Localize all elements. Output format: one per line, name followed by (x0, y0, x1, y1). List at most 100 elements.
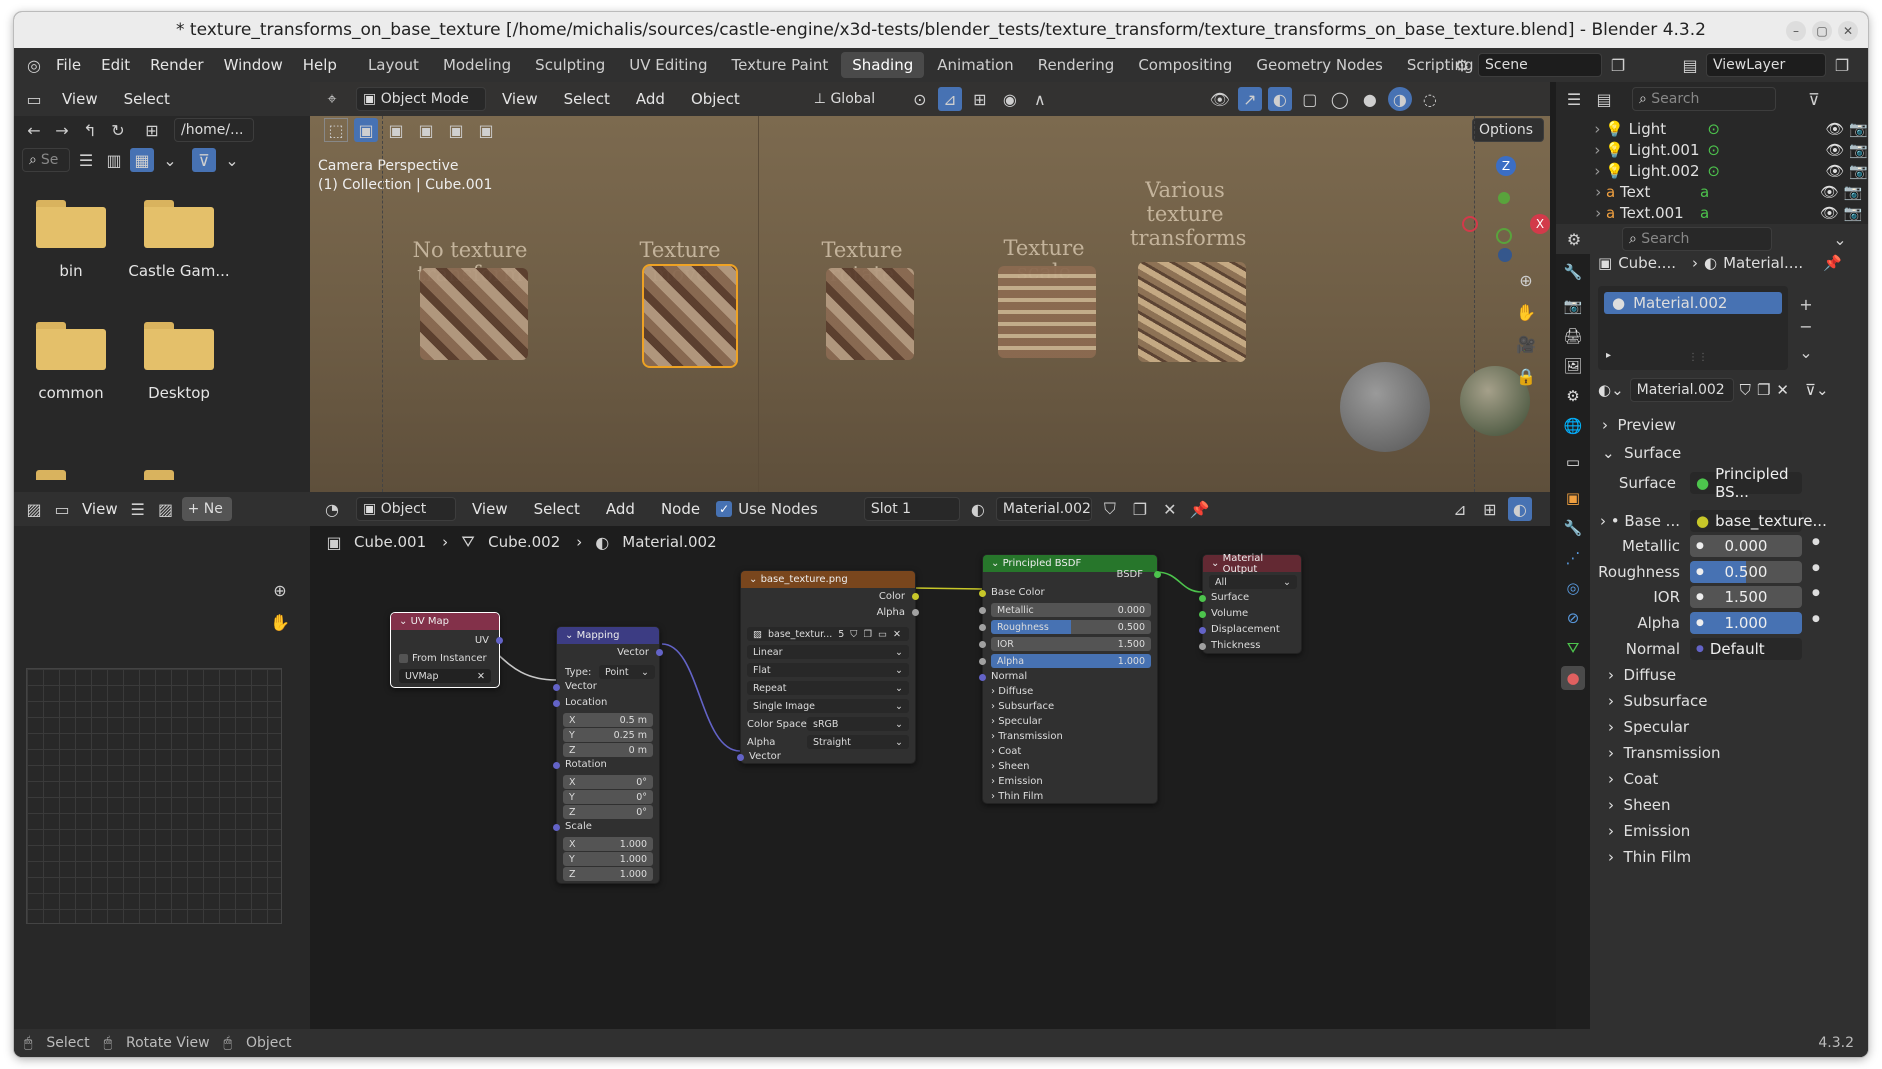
mapping-vector-socket[interactable] (553, 684, 560, 691)
keyframe-dot-icon[interactable]: ● (1812, 537, 1820, 547)
ior-field[interactable]: IOR 1.500 (991, 637, 1151, 651)
select-tool-icon[interactable]: ⬚ (324, 118, 348, 142)
editor-type-icon[interactable]: ☰ (1562, 87, 1586, 111)
scale-socket[interactable] (553, 824, 560, 831)
breadcrumb-object[interactable]: Cube.001 (354, 533, 426, 551)
scale-y-field[interactable]: Y 1.000 (563, 852, 653, 866)
select-box-invert-icon[interactable]: ▣ (444, 118, 468, 142)
new-viewlayer-icon[interactable]: ❐ (1830, 53, 1854, 77)
folder-icon[interactable] (144, 470, 214, 490)
output-tab-icon[interactable]: 🖨 (1561, 324, 1585, 348)
metallic-field[interactable]: ● 0.000 (1690, 535, 1802, 557)
lock-icon[interactable]: 🔒 (1514, 364, 1538, 388)
tab-animation[interactable]: Animation (926, 52, 1024, 78)
filter-icon[interactable]: ⊽ (192, 148, 216, 172)
ne-menu-node[interactable]: Node (651, 492, 710, 526)
roughness-field[interactable]: ● 0.500 (1690, 561, 1802, 583)
fake-user-icon[interactable]: ⛉ (850, 629, 857, 640)
cube-texture-move-selected[interactable] (642, 264, 738, 368)
transform-orientation-dropdown[interactable]: ⊥ Global (808, 87, 902, 111)
fb-menu-select[interactable]: Select (114, 82, 180, 116)
ne-menu-add[interactable]: Add (596, 492, 645, 526)
snap-icon[interactable]: ⊿ (1448, 497, 1472, 521)
fb-path-field[interactable]: /home/... (174, 118, 254, 142)
thumbnail-view-icon[interactable]: ▦ (130, 148, 154, 172)
menu-file[interactable]: File (46, 48, 91, 82)
zoom-icon[interactable]: ⊕ (1514, 268, 1538, 292)
new-scene-icon[interactable]: ❐ (1606, 53, 1630, 77)
base-color-socket[interactable] (979, 590, 986, 597)
surface-socket[interactable] (1199, 595, 1206, 602)
editor-type-icon[interactable]: ◔ (320, 497, 344, 521)
viewport-scene[interactable]: ⬚ ▣ ▣ ▣ ▣ ▣ Options Camera Perspective (… (310, 116, 1550, 492)
material-output-header[interactable]: ⌄ Material Output (1203, 553, 1301, 575)
tab-texture-paint[interactable]: Texture Paint (720, 52, 839, 78)
tab-sculpting[interactable]: Sculpting (524, 52, 616, 78)
material-name-field[interactable]: Material.002 (1629, 378, 1734, 402)
folder-label-common[interactable]: common (16, 384, 126, 402)
particles-tab-icon[interactable]: ⋰ (1561, 546, 1585, 570)
breadcrumb-material[interactable]: Material.002 (622, 533, 716, 551)
proportional-edit-icon[interactable]: ◉ (998, 87, 1022, 111)
outliner-row[interactable]: › a Text a 👁 📷 (1556, 181, 1868, 202)
image-datablock-field[interactable]: ▨ base_textur... 5 ⛉ ❐ ▭ ✕ (747, 627, 909, 641)
gizmo-y-axis[interactable] (1498, 192, 1510, 204)
cube-texture-rotate[interactable] (826, 268, 914, 360)
section-subsurface[interactable]: › Subsurface (1608, 692, 1708, 710)
display-mode-icon[interactable]: ▤ (1592, 87, 1616, 111)
list-view-icon[interactable]: ☰ (74, 148, 98, 172)
new-image-button[interactable]: + Ne (181, 497, 232, 521)
rendered-shading-icon[interactable]: ◌ (1418, 87, 1442, 111)
menu-window[interactable]: Window (214, 48, 293, 82)
keyframe-dot-icon[interactable]: ● (1812, 588, 1820, 598)
expand-icon[interactable]: ▸ (1606, 350, 1611, 361)
tab-layout[interactable]: Layout (357, 52, 430, 78)
use-nodes-toggle[interactable]: ✓ Use Nodes (716, 500, 818, 518)
rotation-y-field[interactable]: Y 0° (563, 790, 653, 804)
location-y-field[interactable]: Y 0.25 m (563, 728, 653, 742)
tool-tab-icon[interactable]: 🔧 (1561, 260, 1585, 284)
desktop-folder-icon[interactable] (144, 322, 214, 370)
material-browse-icon[interactable]: ◐⌄ (1598, 381, 1624, 399)
mapping-node[interactable]: ⌄ Mapping Vector Type: Point ⌄ Vector Loc… (553, 626, 663, 884)
scene-field[interactable]: Scene (1478, 53, 1602, 77)
close-icon[interactable]: ✕ (1838, 21, 1858, 41)
collapse-icon[interactable]: ⌄ (1211, 558, 1219, 569)
vp-menu-object[interactable]: Object (681, 82, 750, 116)
cube-texture-scale[interactable] (998, 266, 1096, 358)
chevron-down-icon[interactable]: ⌄ (1794, 340, 1818, 364)
gizmo-neg-x-axis[interactable] (1462, 216, 1478, 232)
folder-label-bin[interactable]: bin (16, 262, 126, 280)
data-tab-icon[interactable]: ⛛ (1561, 636, 1585, 660)
solid-shading-icon[interactable]: ● (1358, 87, 1382, 111)
hand-pan-icon[interactable]: ✋ (268, 610, 292, 634)
thumb-list-icon[interactable]: ▥ (102, 148, 126, 172)
vp-menu-view[interactable]: View (492, 82, 548, 116)
gizmo-neg-z-axis[interactable] (1498, 248, 1512, 262)
image-browse-icon[interactable]: ▨ (154, 497, 178, 521)
keyframe-dot-icon[interactable]: ● (1812, 614, 1820, 624)
modifier-tab-icon[interactable]: 🔧 (1561, 516, 1585, 540)
tab-shading[interactable]: Shading (841, 52, 925, 78)
snap-target-icon[interactable]: ⊞ (968, 87, 992, 111)
keyframe-dot-icon[interactable]: ● (1812, 563, 1820, 573)
uv-map-node[interactable]: ⌄ UV Map UV From Instancer UVMap ✕ (390, 612, 503, 688)
resize-handle-icon[interactable]: ⋮⋮ (1688, 352, 1708, 363)
panel-sheen[interactable]: › Sheen (991, 761, 1030, 772)
uvmap-select[interactable]: UVMap ✕ (399, 669, 491, 683)
forward-icon[interactable]: → (50, 118, 74, 142)
folder-icon[interactable]: ▭ (878, 629, 887, 640)
hamburger-icon[interactable]: ☰ (126, 497, 150, 521)
chevron-down-icon[interactable]: ⌄ (220, 148, 244, 172)
mapping-type-dropdown[interactable]: Point ⌄ (599, 665, 655, 679)
ior-field[interactable]: ● 1.500 (1690, 586, 1802, 608)
section-diffuse[interactable]: › Diffuse (1608, 666, 1676, 684)
location-x-field[interactable]: X 0.5 m (563, 713, 653, 727)
alpha-mode-dropdown[interactable]: Straight ⌄ (807, 735, 909, 749)
duplicate-icon[interactable]: ❐ (1757, 381, 1770, 399)
scene-icon[interactable]: ⚙ (1450, 53, 1474, 77)
filter-icon[interactable]: ⊽⌄ (1805, 381, 1829, 399)
normal-field[interactable]: ● Default (1690, 638, 1802, 660)
physics-tab-icon[interactable]: ◎ (1561, 576, 1585, 600)
uv-output-socket[interactable] (496, 637, 503, 644)
